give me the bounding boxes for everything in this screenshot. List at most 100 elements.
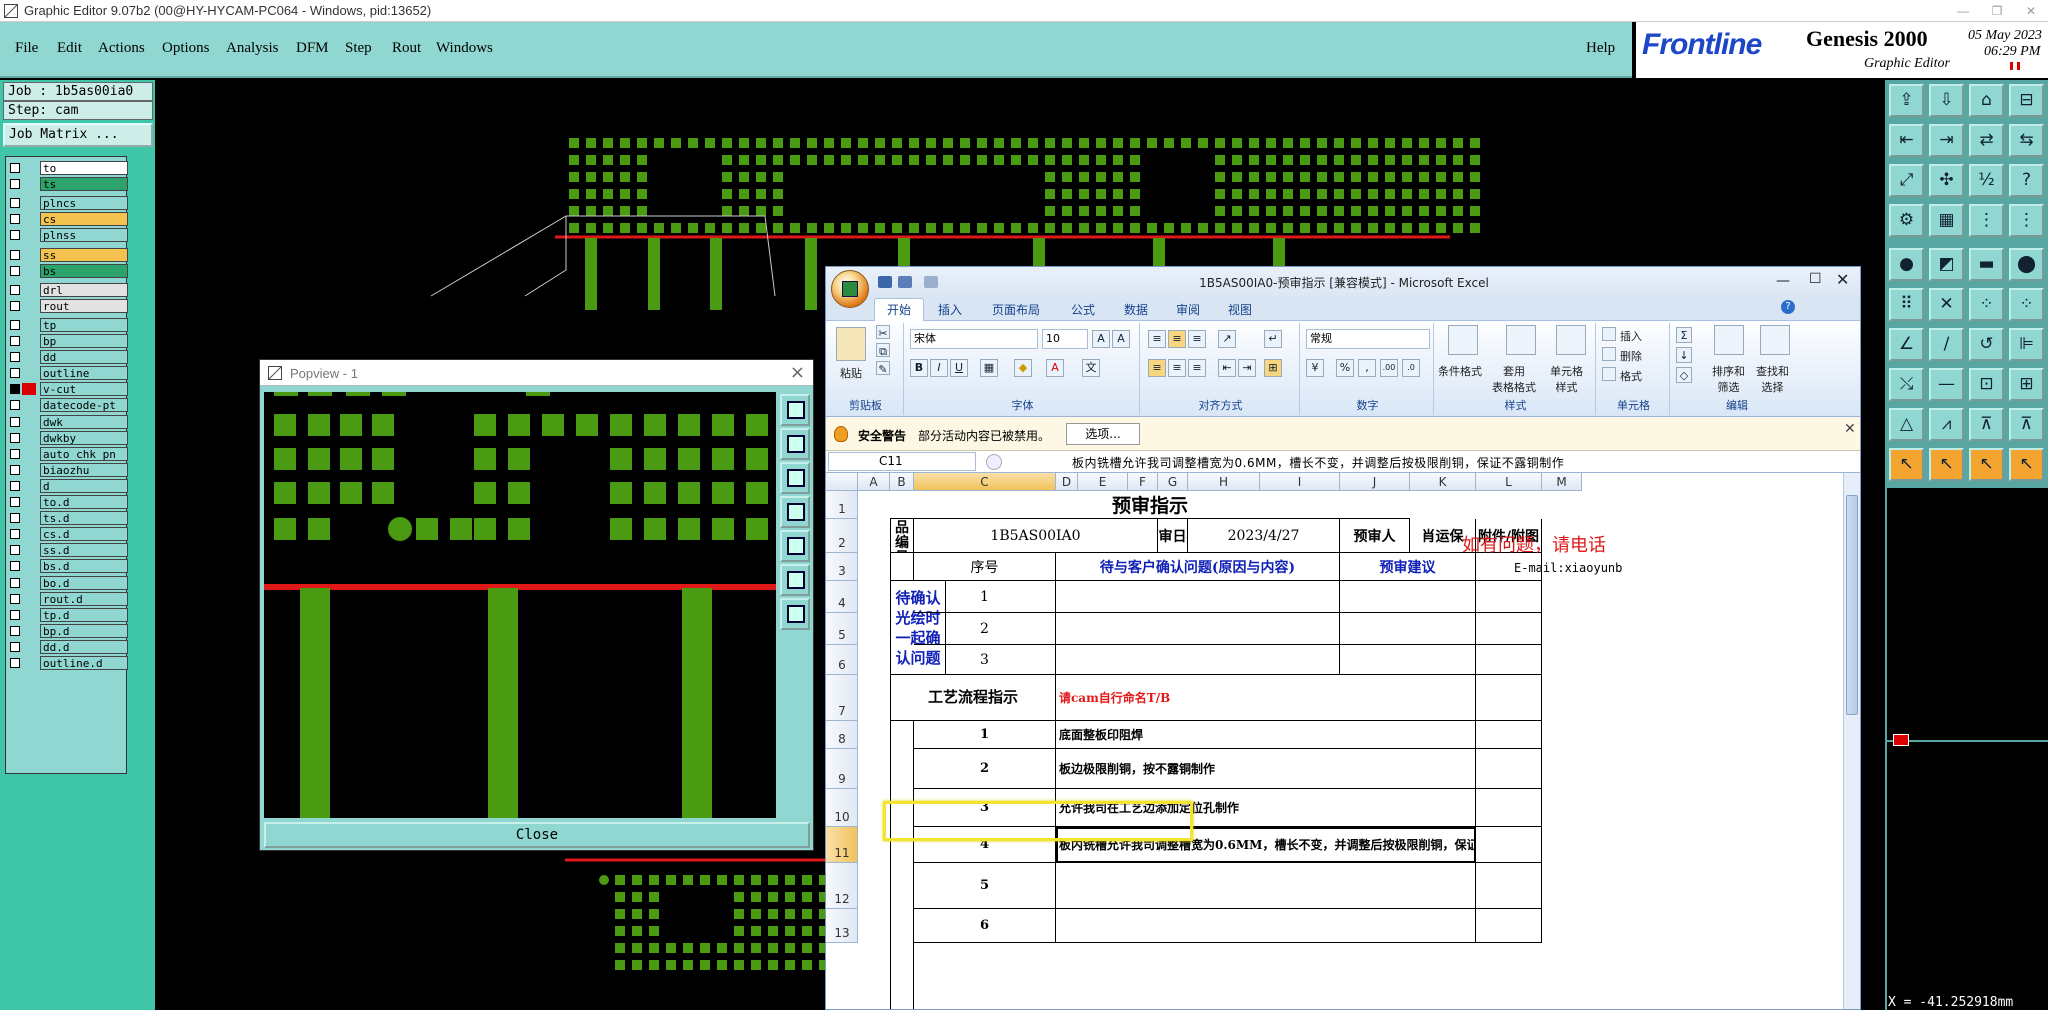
security-options-button[interactable]: 选项... [1066, 423, 1140, 445]
process-note[interactable]: 请cam自行命名T/B [1056, 675, 1476, 721]
currency-icon[interactable]: ¥ [1306, 359, 1324, 377]
column-header[interactable]: B [890, 473, 914, 491]
layer-name[interactable]: bp.d [40, 623, 128, 638]
tab-insert[interactable]: 插入 [938, 301, 962, 318]
layer-row[interactable]: dd [6, 350, 128, 365]
phonetic-icon[interactable]: 文 [1082, 359, 1100, 377]
arc-icon[interactable]: ⤯ [1889, 368, 1924, 401]
pop-zoom-out-icon[interactable] [780, 462, 810, 494]
shape-icon[interactable]: ◩ [1929, 248, 1964, 281]
layer-checkbox[interactable] [10, 480, 20, 491]
delete-cells-label[interactable]: 删除 [1620, 348, 1642, 364]
decrease-decimal-icon[interactable]: .0 [1402, 359, 1420, 377]
row-header[interactable]: 2 [826, 519, 858, 553]
scale-icon[interactable]: ½ [1969, 164, 2004, 197]
product-label[interactable]: 产品编号 [890, 519, 914, 553]
column-header[interactable]: A [858, 473, 890, 491]
select-all-corner[interactable] [826, 473, 858, 491]
layer-row[interactable]: tp.d [6, 607, 128, 622]
attach-cell[interactable] [1476, 645, 1542, 675]
delete-cells-icon[interactable] [1602, 347, 1616, 361]
sort-filter-icon[interactable] [1714, 325, 1744, 355]
pop-redraw-icon[interactable] [780, 598, 810, 630]
layer-row[interactable]: cs [6, 212, 128, 227]
row-header[interactable]: 3 [826, 553, 858, 581]
suggest-cell[interactable] [1340, 613, 1476, 645]
row-header[interactable]: 10 [826, 789, 858, 827]
layer-row[interactable]: datecode-pt [6, 398, 128, 413]
layer-checkbox[interactable] [10, 545, 20, 556]
layer-row[interactable]: tp [6, 317, 128, 332]
format-cells-icon[interactable] [1602, 367, 1616, 381]
formula-input[interactable]: 板内铣槽允许我司调整槽宽为0.6MM，槽长不变，并调整后按极限削铜，保证不露铜制… [1072, 454, 1564, 471]
layer-name[interactable]: dwkby [40, 430, 128, 445]
seq-number[interactable]: 1 [914, 581, 1056, 613]
profile-alt-icon[interactable]: ⊼ [2009, 408, 2044, 441]
insert-function-icon[interactable] [986, 454, 1002, 470]
layer-name[interactable]: rout.d [40, 591, 128, 606]
layer-row[interactable]: dwkby [6, 430, 128, 445]
increase-indent-icon[interactable]: ⇥ [1238, 359, 1256, 377]
undo-icon[interactable] [898, 276, 912, 288]
help-icon[interactable]: ? [1781, 300, 1795, 314]
layer-name[interactable]: dd [40, 350, 128, 365]
save-icon[interactable] [878, 276, 892, 288]
attach-cell[interactable] [1476, 613, 1542, 645]
comma-icon[interactable]: , [1358, 359, 1376, 377]
sort-filter-label[interactable]: 排序和 筛选 [1712, 363, 1745, 395]
attach-cell[interactable] [1476, 721, 1542, 749]
wrap-text-icon[interactable]: ↵ [1264, 330, 1282, 348]
layer-row[interactable]: v-cut [6, 382, 128, 397]
layer-row[interactable]: outline [6, 366, 128, 381]
cross-icon[interactable]: ✕ [1929, 288, 1964, 321]
layer-name[interactable]: cs.d [40, 527, 128, 542]
layer-name[interactable]: plncs [40, 196, 128, 211]
row-header[interactable]: 13 [826, 909, 858, 943]
item-number[interactable]: 5 [914, 863, 1056, 909]
layer-name[interactable]: datecode-pt [40, 398, 128, 413]
attach-cell[interactable] [1476, 827, 1542, 863]
layer-row[interactable]: bp [6, 334, 128, 348]
format-painter-icon[interactable]: ✎ [876, 361, 890, 376]
conditional-format-icon[interactable] [1448, 325, 1478, 355]
profile-icon[interactable]: ⊼ [1969, 408, 2004, 441]
flip-icon[interactable]: ⇄ [1969, 124, 2004, 157]
mirror-icon[interactable]: ⇆ [2009, 124, 2044, 157]
increase-decimal-icon[interactable]: .00 [1380, 359, 1398, 377]
font-color-icon[interactable]: A [1046, 359, 1064, 377]
layer-row[interactable]: outline.d [6, 656, 128, 670]
layer-checkbox[interactable] [10, 513, 20, 524]
layer-checkbox[interactable] [10, 179, 20, 190]
layer-checkbox[interactable] [10, 265, 20, 276]
pointer-edit-icon[interactable]: ↖ [2009, 448, 2044, 481]
layer-row[interactable]: rout [6, 298, 128, 313]
pop-next-icon[interactable] [780, 530, 810, 562]
excel-maximize-icon[interactable]: ☐ [1809, 271, 1822, 287]
font-name-select[interactable]: 宋体 [910, 329, 1038, 349]
layer-checkbox[interactable] [10, 368, 20, 379]
layer-name[interactable]: v-cut [40, 382, 128, 397]
layer-name[interactable]: auto_chk_pn [40, 446, 128, 461]
layer-row[interactable]: ss [6, 247, 128, 262]
copy-icon[interactable]: ⧉ [876, 343, 890, 358]
column-header[interactable]: J [1340, 473, 1410, 491]
layer-checkbox[interactable] [10, 658, 20, 668]
excel-close-icon[interactable]: ✕ [1836, 270, 1849, 289]
dash-icon[interactable]: — [1929, 368, 1964, 401]
review-date-label[interactable]: 预审日期 [1158, 519, 1188, 553]
review-date[interactable]: 2023/4/27 [1188, 519, 1340, 553]
layer-row[interactable]: ts [6, 177, 128, 192]
dots-icon[interactable]: ⁘ [1969, 288, 2004, 321]
item-text[interactable] [1056, 863, 1476, 909]
layer-row[interactable]: biaozhu [6, 462, 128, 477]
layer-row[interactable]: to.d [6, 495, 128, 509]
pop-zoom-in-icon[interactable] [780, 428, 810, 460]
italic-icon[interactable]: I [930, 359, 948, 377]
zoom-home-icon[interactable]: ⇪ [1889, 84, 1924, 117]
clear-icon[interactable]: ◇ [1676, 367, 1692, 383]
row-header[interactable]: 5 [826, 613, 858, 645]
pan-left-icon[interactable]: ⇤ [1889, 124, 1924, 157]
fill-color-icon[interactable]: ◆ [1014, 359, 1032, 377]
pause-icon[interactable] [2010, 62, 2020, 70]
conditional-format-label[interactable]: 条件格式 [1438, 363, 1482, 379]
